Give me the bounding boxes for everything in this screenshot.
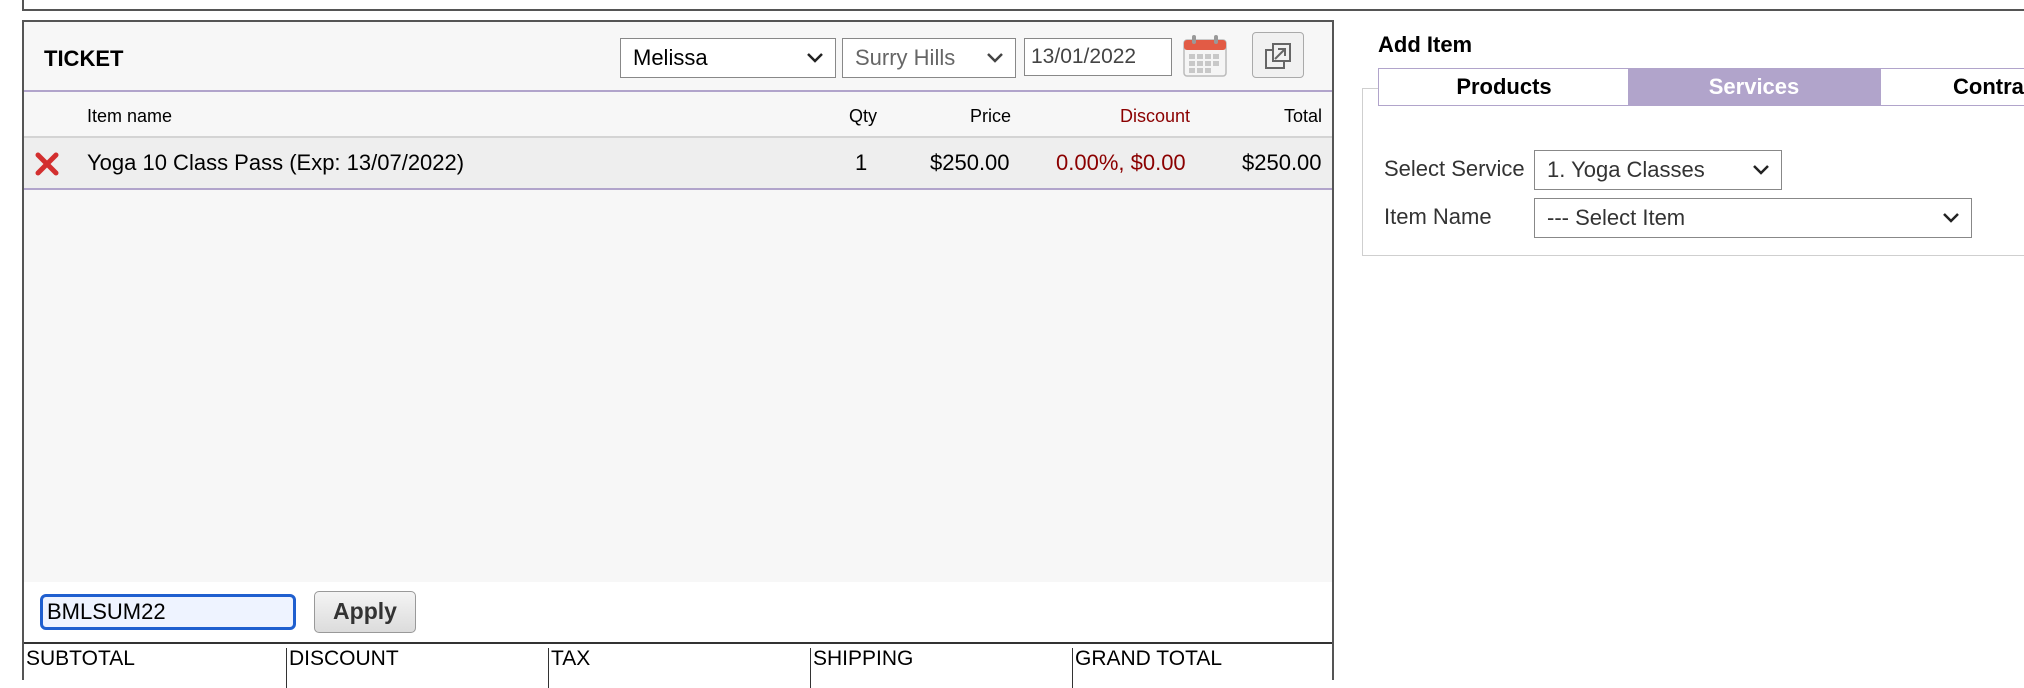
item-name-cell: Yoga 10 Class Pass (Exp: 13/07/2022) xyxy=(87,150,465,175)
tab-products[interactable]: Products xyxy=(1378,68,1630,106)
column-header-price: Price xyxy=(970,106,1012,126)
add-item-title: Add Item xyxy=(1378,32,1473,57)
top-frame-strip xyxy=(22,0,2024,11)
staff-select-value: Melissa xyxy=(633,45,708,70)
popout-icon xyxy=(1265,43,1291,69)
column-header-discount: Discount xyxy=(1120,106,1191,126)
location-select[interactable]: Surry Hills xyxy=(842,38,1016,78)
calendar-icon[interactable] xyxy=(1182,34,1228,78)
ticket-header: TICKET Melissa Surry Hills 13/01/2022 xyxy=(24,22,1332,92)
promo-code-input[interactable]: BMLSUM22 xyxy=(40,594,296,630)
select-service-label: Select Service xyxy=(1384,156,1525,181)
item-select[interactable]: --- Select Item xyxy=(1534,198,1972,238)
date-input[interactable]: 13/01/2022 xyxy=(1024,38,1172,76)
chevron-down-icon xyxy=(805,40,825,87)
column-header-qty: Qty xyxy=(849,106,878,126)
column-header-item-name: Item name xyxy=(87,106,173,126)
item-discount-cell[interactable]: 0.00%, $0.00 xyxy=(1056,150,1186,176)
location-select-value: Surry Hills xyxy=(855,45,956,70)
item-qty-cell[interactable]: 1 xyxy=(855,150,867,176)
subtotal-label: SUBTOTAL xyxy=(26,647,135,670)
chevron-down-icon xyxy=(1941,200,1961,247)
close-x-icon[interactable] xyxy=(34,151,60,177)
chevron-down-icon xyxy=(985,40,1005,87)
item-select-value: --- Select Item xyxy=(1547,205,1686,230)
tab-contracts[interactable]: Contra xyxy=(1880,68,2024,106)
service-select[interactable]: 1. Yoga Classes xyxy=(1534,150,1782,190)
discount-total-label: DISCOUNT xyxy=(286,648,399,688)
chevron-down-icon xyxy=(1751,152,1771,199)
totals-bar: SUBTOTAL DISCOUNT TAX SHIPPING GRAND TOT… xyxy=(24,642,1332,688)
apply-button[interactable]: Apply xyxy=(314,591,416,633)
column-header-total: Total xyxy=(1284,106,1323,126)
item-table-header: Item name Qty Price Discount Total xyxy=(24,92,1332,138)
item-total-cell: $250.00 xyxy=(1242,150,1322,175)
ticket-title: TICKET xyxy=(44,46,124,71)
item-name-label: Item Name xyxy=(1384,204,1492,229)
item-price-cell[interactable]: $250.00 xyxy=(930,150,1010,176)
shipping-label: SHIPPING xyxy=(810,648,913,688)
ticket-panel: TICKET Melissa Surry Hills 13/01/2022 It… xyxy=(22,20,1334,688)
table-row: Yoga 10 Class Pass (Exp: 13/07/2022) 1 $… xyxy=(24,138,1332,190)
popout-button[interactable] xyxy=(1252,32,1304,78)
tax-label: TAX xyxy=(548,648,590,688)
tab-services[interactable]: Services xyxy=(1628,68,1880,106)
grand-total-label: GRAND TOTAL xyxy=(1072,648,1222,688)
staff-select[interactable]: Melissa xyxy=(620,38,836,78)
service-select-value: 1. Yoga Classes xyxy=(1547,157,1705,182)
